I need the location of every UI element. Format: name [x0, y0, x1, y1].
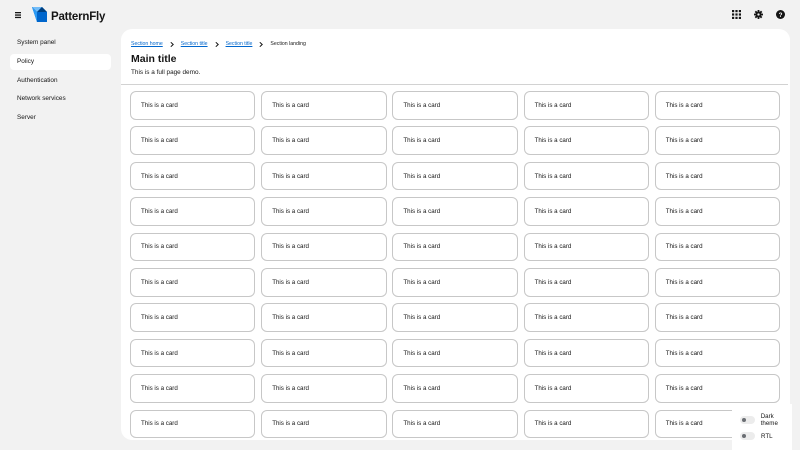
chevron-right-icon — [259, 41, 264, 47]
patternfly-logo-icon — [31, 6, 48, 28]
card: This is a card — [392, 232, 518, 262]
card: This is a card — [261, 338, 387, 368]
card: This is a card — [392, 374, 518, 403]
card: This is a card — [523, 267, 649, 297]
card: This is a card — [654, 126, 781, 155]
dark-theme-switch[interactable]: Dark theme — [740, 413, 792, 427]
card: This is a card — [130, 409, 256, 439]
card: This is a card — [523, 197, 649, 226]
card-grid: This is a card This is a card This is a ca… — [130, 91, 781, 439]
card: This is a card — [261, 267, 387, 297]
help-icon[interactable]: ? — [775, 8, 786, 21]
card: This is a card — [392, 91, 518, 120]
sidebar-nav: System panel Policy Authentication Netwo… — [10, 35, 111, 129]
card: This is a card — [261, 197, 387, 226]
card: This is a card — [130, 303, 256, 332]
brand-logo[interactable]: PatternFly — [31, 6, 105, 28]
card: This is a card — [130, 91, 256, 120]
main-content: Section home Section title Section title… — [121, 29, 790, 440]
card: This is a card — [130, 232, 256, 262]
card: This is a card — [523, 91, 649, 120]
page-description: This is a full page demo. — [131, 69, 201, 76]
card: This is a card — [654, 232, 781, 262]
card: This is a card — [130, 126, 256, 155]
card: This is a card — [523, 338, 649, 368]
card: This is a card — [523, 409, 649, 439]
card: This is a card — [130, 374, 256, 403]
grid-icon[interactable] — [731, 8, 742, 21]
card: This is a card — [392, 161, 518, 191]
card: This is a card — [523, 161, 649, 191]
dark-theme-label: Dark theme — [760, 413, 778, 427]
card: This is a card — [392, 197, 518, 226]
chevron-right-icon — [215, 41, 219, 47]
rtl-label: RTL — [761, 432, 773, 440]
card: This is a card — [392, 338, 518, 368]
card: This is a card — [261, 91, 387, 120]
card: This is a card — [654, 338, 781, 368]
masthead: PatternFly ? — [0, 0, 800, 29]
rtl-switch[interactable]: RTL — [740, 432, 773, 440]
sidebar-item-network-services[interactable]: Network services — [10, 91, 111, 107]
chevron-right-icon — [170, 41, 174, 47]
divider — [121, 84, 788, 85]
card: This is a card — [130, 161, 256, 191]
card: This is a card — [392, 303, 518, 332]
sidebar-item-system-panel[interactable]: System panel — [10, 35, 111, 51]
card: This is a card — [392, 409, 518, 439]
sidebar-item-authentication[interactable]: Authentication — [10, 73, 111, 89]
card: This is a card — [654, 161, 781, 191]
card: This is a card — [261, 126, 387, 155]
card: This is a card — [261, 374, 387, 403]
card: This is a card — [261, 161, 387, 191]
sidebar-item-policy[interactable]: Policy — [10, 53, 111, 70]
breadcrumb-current: Section landing — [270, 41, 306, 47]
hamburger-icon[interactable] — [12, 8, 24, 20]
card: This is a card — [261, 409, 387, 439]
card: This is a card — [130, 267, 256, 297]
card: This is a card — [261, 303, 387, 332]
breadcrumb: Section home Section title Section title… — [131, 40, 306, 48]
breadcrumb-link[interactable]: Section title — [226, 41, 253, 47]
card: This is a card — [654, 197, 781, 226]
card: This is a card — [261, 232, 387, 262]
brand-name: PatternFly — [51, 11, 106, 23]
card: This is a card — [130, 197, 256, 226]
toggle-icon[interactable] — [740, 432, 755, 440]
toggle-icon[interactable] — [740, 416, 755, 424]
sidebar-item-server[interactable]: Server — [10, 110, 111, 126]
masthead-tools: ? — [731, 8, 786, 21]
settings-panel: Dark theme RTL — [732, 404, 792, 450]
card: This is a card — [654, 91, 781, 120]
card: This is a card — [523, 232, 649, 262]
card: This is a card — [523, 374, 649, 403]
card: This is a card — [654, 267, 781, 297]
card: This is a card — [392, 267, 518, 297]
gear-icon[interactable] — [753, 8, 764, 21]
breadcrumb-link[interactable]: Section home — [131, 41, 163, 47]
card: This is a card — [523, 126, 649, 155]
svg-text:?: ? — [779, 12, 783, 19]
card: This is a card — [654, 374, 781, 403]
breadcrumb-link[interactable]: Section title — [181, 41, 208, 47]
page-title: Main title — [131, 53, 177, 65]
card: This is a card — [523, 303, 649, 332]
card: This is a card — [392, 126, 518, 155]
card: This is a card — [654, 303, 781, 332]
card: This is a card — [130, 338, 256, 368]
